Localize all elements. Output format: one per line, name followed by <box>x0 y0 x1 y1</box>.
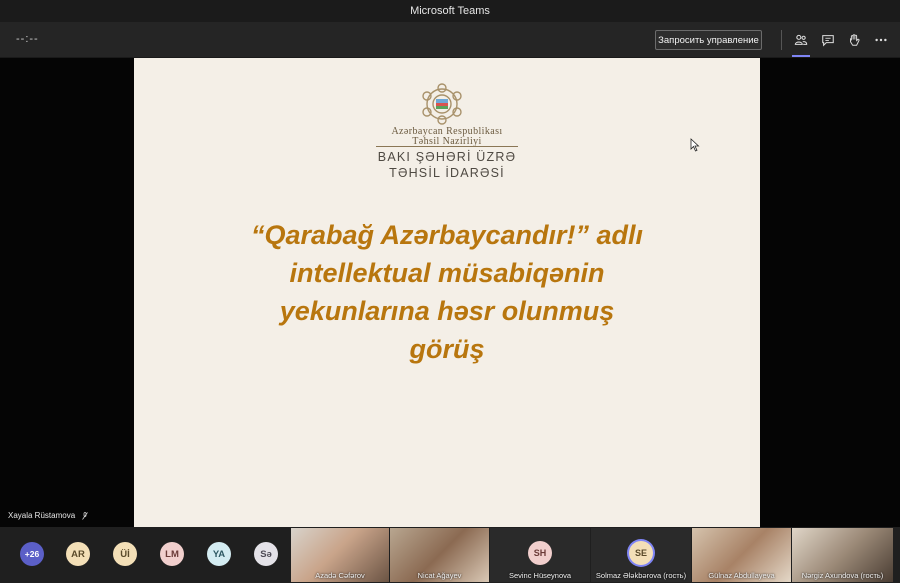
participants-icon[interactable] <box>792 31 810 49</box>
headline-line: “Qarabağ Azərbaycandır!” adlı <box>250 220 644 250</box>
participant-video-tile[interactable]: Nərgiz Axundova (гость) <box>792 528 893 582</box>
participant-video-tile[interactable]: Azadə Cəfərov <box>291 528 389 582</box>
chat-icon[interactable] <box>819 31 837 49</box>
mouse-cursor-icon <box>690 138 700 152</box>
participant-tile[interactable]: SH Sevinc Hüseynova <box>490 528 590 582</box>
participant-tile[interactable]: SE Solmaz Ələkbərova (гость) <box>591 528 691 582</box>
participant-name: Nərgiz Axundova (гость) <box>801 571 884 580</box>
headline-line: görüş <box>409 334 485 364</box>
participant-name: Sevinc Hüseynova <box>508 571 572 580</box>
participant-video-tile[interactable]: Nicat Ağayev <box>390 528 489 582</box>
active-tab-indicator <box>792 55 810 57</box>
more-options-icon[interactable] <box>872 31 890 49</box>
window-title: Microsoft Teams <box>410 5 490 17</box>
title-bar: Microsoft Teams <box>0 0 900 22</box>
participant-avatar: SE <box>629 541 653 565</box>
headline-line: intellektual müsabiqənin <box>289 258 605 288</box>
meeting-toolbar: --:-- Запросить управление <box>0 22 900 58</box>
teams-window: Microsoft Teams --:-- Запросить управлен… <box>0 0 900 583</box>
shared-screen-stage: Azərbaycan Respublikası Təhsil Nazirliyi… <box>0 58 900 527</box>
headline-line: yekunlarına həsr olunmuş <box>279 296 615 326</box>
meeting-timer: --:-- <box>16 33 39 45</box>
presenter-name: Xayala Rüstamova <box>8 511 76 520</box>
ministry-emblem-icon <box>422 83 462 125</box>
raise-hand-icon[interactable] <box>845 31 863 49</box>
participant-avatar: SH <box>528 541 552 565</box>
participant-video-tile[interactable]: Gülnaz Abdullayeva <box>692 528 791 582</box>
presenter-label: Xayala Rüstamova <box>8 511 88 520</box>
toolbar-divider <box>781 30 782 50</box>
emblem-divider <box>376 146 518 147</box>
participant-avatar[interactable]: LM <box>160 542 184 566</box>
mic-muted-icon <box>82 511 88 520</box>
request-control-button[interactable]: Запросить управление <box>655 30 762 50</box>
participant-avatar[interactable]: YA <box>207 542 231 566</box>
department-name-line2: TƏHSİL İDARƏSİ <box>389 166 505 180</box>
participant-name: Gülnaz Abdullayeva <box>708 571 775 580</box>
participant-name: Solmaz Ələkbərova (гость) <box>595 571 687 580</box>
participant-avatar[interactable]: Sə <box>254 542 278 566</box>
participant-name: Nicat Ağayev <box>417 571 462 580</box>
participant-strip: +26 AR Üİ LM YA Sə Azadə Cəfərov Nicat A… <box>0 527 900 583</box>
department-name-line1: BAKI ŞƏHƏRİ ÜZRƏ <box>377 150 517 164</box>
participant-avatar[interactable]: Üİ <box>113 542 137 566</box>
participant-avatar[interactable]: AR <box>66 542 90 566</box>
more-participants-button[interactable]: +26 <box>20 542 44 566</box>
participant-name: Azadə Cəfərov <box>315 571 365 580</box>
presentation-slide: Azərbaycan Respublikası Təhsil Nazirliyi… <box>134 58 760 527</box>
slide-headline: “Qarabağ Azərbaycandır!” adlı intellektu… <box>174 216 720 368</box>
